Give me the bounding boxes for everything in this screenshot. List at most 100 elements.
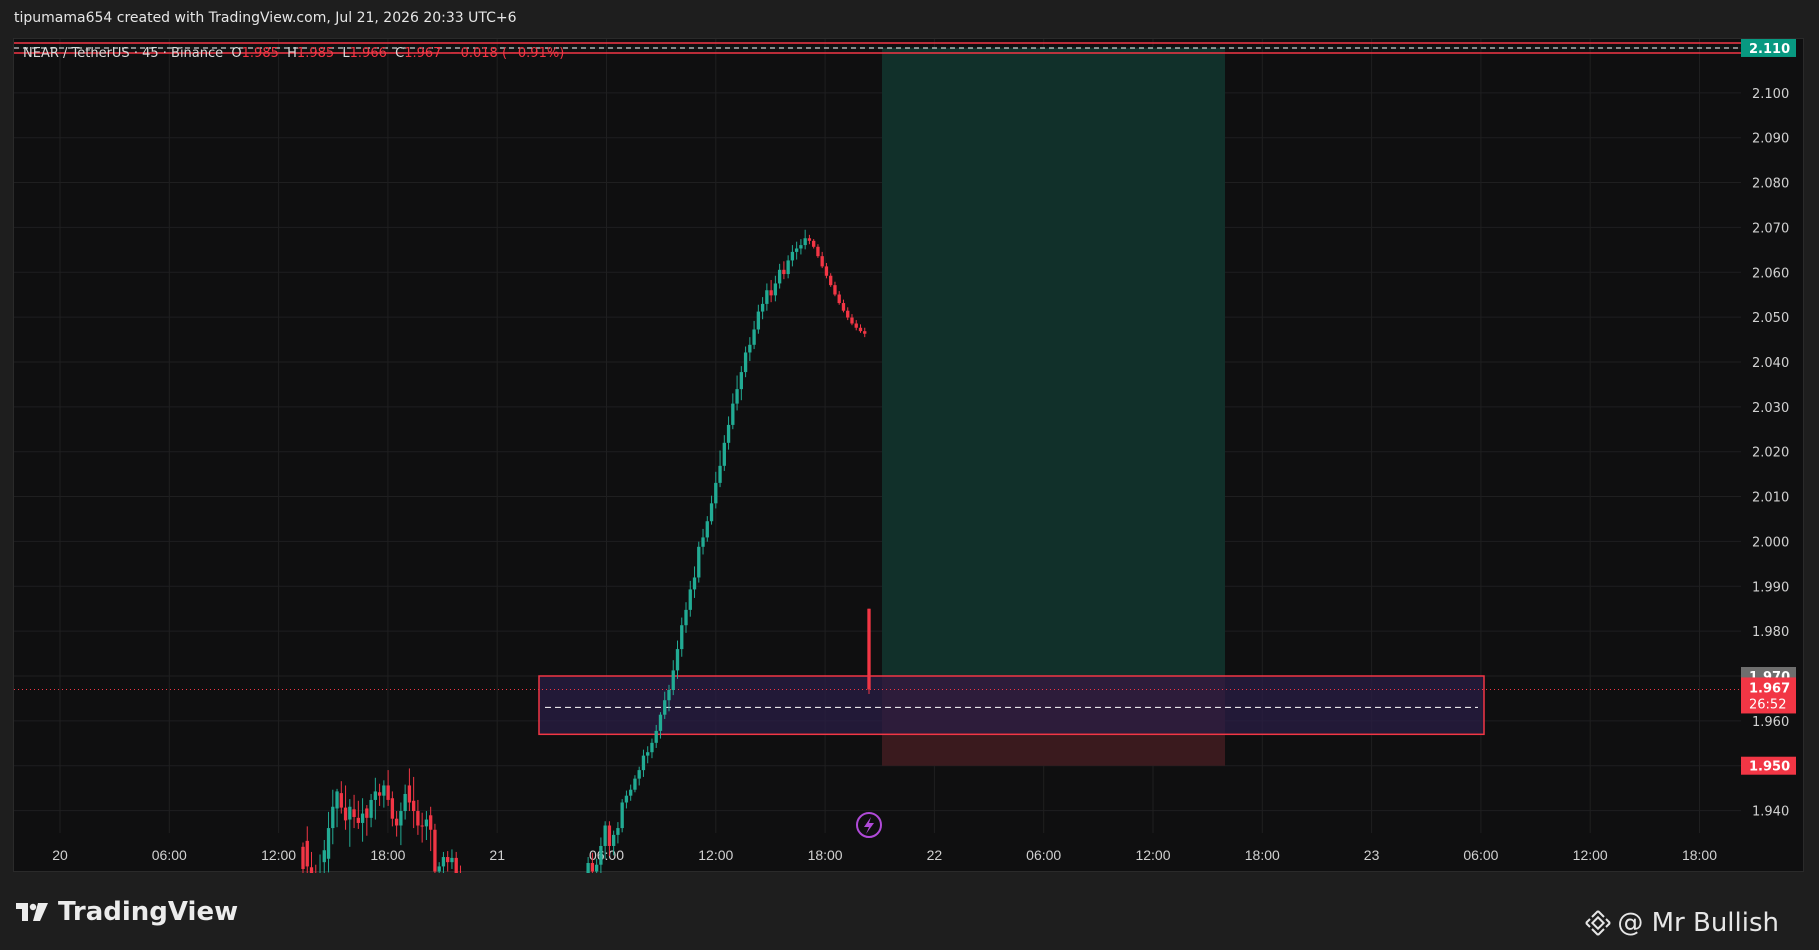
x-tick-label: 18:00 <box>808 847 843 863</box>
candle-body-up <box>382 785 386 796</box>
candle-body-up <box>684 609 688 626</box>
candle-body-up <box>335 791 339 809</box>
y-tick-label: 2.010 <box>1752 491 1789 506</box>
candle-body-up <box>599 845 603 865</box>
candle-body-down <box>352 809 356 817</box>
countdown-tag: 26:52 <box>1749 697 1786 712</box>
chart-frame[interactable]: 20 06:00 12:00 18:00 21 06:00 12:00 18:00 22 06:0… <box>13 38 1805 873</box>
x-tick-label: 06:00 <box>1463 847 1498 863</box>
candle-body-up <box>594 864 599 872</box>
candle-body-up <box>701 537 705 547</box>
candle-body-up <box>760 303 765 312</box>
candle-body-down <box>386 785 390 800</box>
candle-body-down <box>446 857 450 863</box>
candle-body-up <box>369 799 373 818</box>
candle-body-up <box>697 546 701 578</box>
lightning-bolt <box>864 817 874 834</box>
x-tick-label: 12:00 <box>1573 847 1608 863</box>
candle-body-up <box>663 700 667 715</box>
y-tick-label: 2.100 <box>1752 87 1789 102</box>
symbol-label: NEAR / TetherUS · 45 · Binance <box>23 46 224 61</box>
candle-body-down <box>833 285 837 295</box>
candle-body-up <box>424 819 429 827</box>
x-tick-label: 18:00 <box>1245 847 1280 863</box>
candle-body-down <box>590 863 595 872</box>
candle-body-down <box>812 240 816 247</box>
stop-price-tag: 1.950 <box>1749 760 1790 775</box>
tradingview-logo[interactable]: TradingView <box>14 897 238 927</box>
candle-body-down <box>365 808 369 818</box>
candle-body-up <box>633 778 637 790</box>
y-tick-label: 2.020 <box>1752 446 1789 461</box>
close-value: 1.967 <box>404 46 442 61</box>
candle-body-up <box>612 834 616 846</box>
candle-body-up <box>348 806 352 820</box>
candle-body-up <box>739 372 743 390</box>
candle-body-up <box>616 828 620 835</box>
candle-body-up <box>777 269 782 284</box>
candle-body-down <box>607 825 612 846</box>
candle-body-up <box>603 825 607 846</box>
candle-body-down <box>390 798 395 819</box>
demand-box <box>538 675 1485 736</box>
x-tick-label: 18:00 <box>1682 847 1717 863</box>
candle-body-down <box>377 792 382 796</box>
candle-body-up <box>692 577 697 590</box>
x-tick-label: 06:00 <box>1026 847 1061 863</box>
candle-body-up <box>620 802 624 829</box>
candle-body-up <box>658 714 663 731</box>
candle-body-up <box>709 503 714 522</box>
open-label: O <box>231 46 242 61</box>
candle-body-down <box>394 818 399 826</box>
candle-body-up <box>441 857 446 867</box>
candle-body-down <box>863 331 867 334</box>
candle-body-down <box>837 294 841 304</box>
candle-body-up <box>403 793 407 812</box>
open-value: 1.985 <box>241 46 279 61</box>
candle-body-up <box>437 866 441 872</box>
x-tick-label: 21 <box>489 847 505 863</box>
candle-body-down <box>854 323 858 328</box>
candle-body-up <box>790 251 795 261</box>
candle-body-up <box>322 850 326 863</box>
candle-body-up <box>641 755 646 771</box>
candle-body-up <box>731 403 735 425</box>
credit-text: tipumama654 created with TradingView.com… <box>14 10 517 26</box>
candle-body-up <box>794 248 799 252</box>
y-tick-label: 2.050 <box>1752 311 1789 326</box>
y-tick-label: 2.000 <box>1752 535 1789 550</box>
target-zone <box>882 47 1225 676</box>
target-price-tag: 2.110 <box>1749 42 1790 57</box>
current-price-tag: 1.967 <box>1749 681 1790 696</box>
candle-body-up <box>803 238 807 246</box>
candle-body-up <box>773 283 778 296</box>
y-tick-label: 2.070 <box>1752 221 1789 236</box>
logo-text: TradingView <box>58 897 239 927</box>
candle-body-up <box>331 806 335 829</box>
header-bar: tipumama654 created with TradingView.com… <box>0 0 1819 38</box>
candle-body-up <box>735 389 739 404</box>
candle-body-up <box>671 670 675 690</box>
candle-body-down <box>429 815 433 830</box>
price-chart[interactable]: 20 06:00 12:00 18:00 21 06:00 12:00 18:00 22 06:0… <box>14 39 1805 873</box>
candle-body-up <box>624 795 629 803</box>
candle-body-down <box>356 817 360 823</box>
low-value: 1.966 <box>349 46 387 61</box>
y-tick-label: 1.980 <box>1752 625 1789 640</box>
candle-body-up <box>650 742 654 753</box>
candle-body-up <box>680 625 684 650</box>
candle-body-up <box>752 329 756 345</box>
candle-body-up <box>360 813 365 823</box>
change-value: −0.018 (−0.91%) <box>449 46 565 61</box>
high-value: 1.985 <box>296 46 335 61</box>
y-tick-label: 1.960 <box>1752 715 1789 730</box>
candle-body-down <box>305 840 309 867</box>
x-tick-label: 23 <box>1364 847 1380 863</box>
candle-body-down <box>816 246 820 257</box>
candle-body-down <box>820 256 824 267</box>
candle-body-up <box>629 789 633 796</box>
candle-body-down <box>454 857 458 873</box>
candle-body-down <box>807 238 812 241</box>
candle-body-down <box>829 275 833 286</box>
y-tick-label: 1.940 <box>1752 805 1789 820</box>
